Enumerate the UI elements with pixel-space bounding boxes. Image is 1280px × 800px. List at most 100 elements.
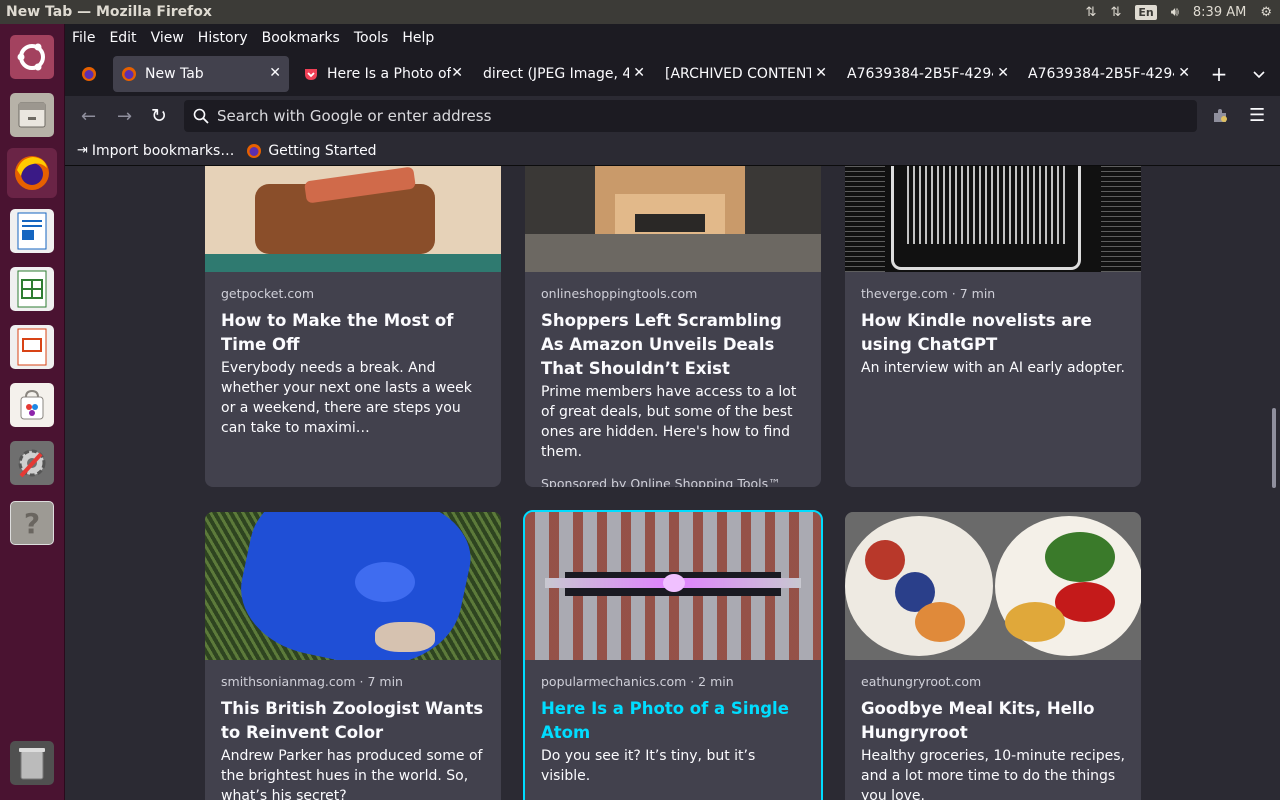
network-transfer-icon[interactable]: ⇅	[1110, 5, 1121, 20]
extensions-puzzle-icon[interactable]	[1211, 107, 1229, 129]
story-title: How to Make the Most of Time Off	[221, 311, 454, 354]
writer-icon[interactable]	[7, 206, 57, 256]
tab-label: direct (JPEG Image, 4	[483, 66, 629, 82]
story-thumbnail	[845, 512, 1141, 660]
tab-label: Here Is a Photo of	[327, 66, 451, 82]
story-title: Goodbye Meal Kits, Hello Hungryroot	[861, 699, 1095, 742]
tab-label: A7639384-2B5F-4294	[1028, 66, 1174, 82]
story-card[interactable]: eathungryroot.com Goodbye Meal Kits, Hel…	[845, 512, 1141, 800]
story-card-highlighted[interactable]: popularmechanics.com · 2 min Here Is a P…	[523, 510, 823, 800]
list-all-tabs-chevron-icon[interactable]	[1247, 56, 1271, 92]
story-thumbnail	[525, 166, 821, 272]
files-icon[interactable]	[7, 90, 57, 140]
close-tab-icon[interactable]: ✕	[815, 65, 827, 81]
story-source: eathungryroot.com	[861, 674, 982, 689]
story-description: Do you see it? It’s tiny, but it’s visib…	[541, 748, 756, 784]
menu-history[interactable]: History	[191, 30, 255, 46]
menu-bookmarks[interactable]: Bookmarks	[255, 30, 347, 46]
story-thumbnail	[845, 166, 1141, 272]
system-tray: ⇅ ⇅ En 🔊︎ 8:39 AM ⚙	[1086, 0, 1272, 24]
menu-view[interactable]: View	[144, 30, 191, 46]
ubuntu-logo-icon[interactable]	[7, 32, 57, 82]
story-thumbnail	[525, 512, 821, 660]
tab-new-tab[interactable]: New Tab ✕	[113, 56, 289, 92]
settings-icon[interactable]	[7, 438, 57, 488]
forward-arrow-icon[interactable]: →	[117, 106, 132, 127]
reload-icon[interactable]: ↻	[151, 105, 167, 127]
story-source: popularmechanics.com · 2 min	[541, 674, 734, 689]
new-tab-page: getpocket.com How to Make the Most of Ti…	[65, 166, 1280, 800]
clock[interactable]: 8:39 AM	[1193, 5, 1246, 20]
volume-icon[interactable]: 🔊︎	[1171, 5, 1179, 20]
ubuntu-launcher: ?	[0, 24, 65, 800]
url-bar-placeholder: Search with Google or enter address	[217, 107, 492, 125]
story-title: Here Is a Photo of a Single Atom	[541, 699, 789, 742]
search-icon	[193, 108, 209, 124]
keyboard-layout-indicator[interactable]: En	[1135, 4, 1157, 20]
navigation-toolbar: ← → ↻ Search with Google or enter addres…	[65, 96, 1280, 136]
firefox-favicon-icon	[247, 143, 262, 158]
firefox-favicon-icon	[122, 67, 136, 81]
tab-bar: New Tab ✕ Here Is a Photo of ✕ direct (J…	[65, 52, 1280, 96]
tab-a7639384-2[interactable]: A7639384-2B5F-4294 ✕	[1022, 56, 1198, 92]
close-tab-icon[interactable]: ✕	[269, 65, 281, 81]
network-up-down-icon[interactable]: ⇅	[1086, 5, 1097, 20]
calc-icon[interactable]	[7, 264, 57, 314]
help-icon[interactable]: ?	[7, 498, 57, 548]
story-card[interactable]: smithsonianmag.com · 7 min This British …	[205, 512, 501, 800]
story-title: How Kindle novelists are using ChatGPT	[861, 311, 1092, 354]
system-settings-gear-icon[interactable]: ⚙	[1260, 5, 1272, 20]
close-tab-icon[interactable]: ✕	[451, 65, 463, 81]
firefox-icon[interactable]	[7, 148, 57, 198]
tab-photo-atom[interactable]: Here Is a Photo of ✕	[295, 56, 471, 92]
story-card-sponsored[interactable]: onlineshoppingtools.com Shoppers Left Sc…	[525, 166, 821, 487]
getting-started-label: Getting Started	[268, 142, 377, 159]
story-description: An interview with an AI early adopter.	[861, 360, 1125, 376]
story-description: Everybody needs a break. And whether you…	[221, 360, 472, 436]
trash-icon[interactable]	[7, 738, 57, 788]
page-scrollbar-thumb[interactable]	[1272, 408, 1276, 488]
story-title: This British Zoologist Wants to Reinvent…	[221, 699, 484, 742]
impress-icon[interactable]	[7, 322, 57, 372]
menu-bar: File Edit View History Bookmarks Tools H…	[65, 24, 1280, 52]
tab-direct-jpeg[interactable]: direct (JPEG Image, 4 ✕	[477, 56, 653, 92]
menu-file[interactable]: File	[65, 30, 102, 46]
tab-label: A7639384-2B5F-4294	[847, 66, 993, 82]
story-thumbnail	[205, 512, 501, 660]
story-source: theverge.com · 7 min	[861, 286, 996, 301]
menu-edit[interactable]: Edit	[102, 30, 143, 46]
system-top-bar: New Tab — Mozilla Firefox ⇅ ⇅ En 🔊︎ 8:39…	[0, 0, 1280, 24]
software-store-icon[interactable]	[7, 380, 57, 430]
story-card[interactable]: getpocket.com How to Make the Most of Ti…	[205, 166, 501, 487]
back-arrow-icon[interactable]: ←	[81, 106, 96, 127]
story-source: onlineshoppingtools.com	[541, 286, 698, 301]
bookmarks-toolbar: ⇥ Import bookmarks… Getting Started	[65, 136, 1280, 166]
story-description: Healthy groceries, 10-minute recipes, an…	[861, 748, 1125, 800]
import-bookmarks-label: Import bookmarks…	[91, 142, 235, 159]
close-tab-icon[interactable]: ✕	[1178, 65, 1190, 81]
tab-label: New Tab	[145, 66, 204, 82]
hamburger-menu-icon[interactable]: ☰	[1249, 105, 1265, 126]
story-card[interactable]: theverge.com · 7 min How Kindle novelist…	[845, 166, 1141, 487]
pocket-favicon-icon	[305, 69, 317, 80]
new-tab-plus-icon[interactable]: +	[1207, 56, 1231, 92]
tab-archived-content[interactable]: [ARCHIVED CONTENT ✕	[659, 56, 835, 92]
menu-tools[interactable]: Tools	[347, 30, 396, 46]
url-bar[interactable]: Search with Google or enter address	[184, 100, 1197, 132]
story-thumbnail	[205, 166, 501, 272]
story-description: Prime members have access to a lot of gr…	[541, 384, 797, 460]
story-description: Andrew Parker has produced some of the b…	[221, 748, 483, 800]
close-tab-icon[interactable]: ✕	[997, 65, 1009, 81]
menu-help[interactable]: Help	[395, 30, 441, 46]
getting-started-bookmark[interactable]: Getting Started	[246, 142, 377, 159]
import-bookmarks-link[interactable]: ⇥ Import bookmarks…	[77, 143, 234, 159]
story-title: Shoppers Left Scrambling As Amazon Unvei…	[541, 311, 782, 378]
sponsored-label: Sponsored by Online Shopping Tools™	[541, 476, 781, 487]
tab-label: [ARCHIVED CONTENT	[665, 66, 811, 82]
tab-a7639384-1[interactable]: A7639384-2B5F-4294 ✕	[841, 56, 1017, 92]
firefox-view-icon[interactable]	[73, 56, 105, 92]
import-icon: ⇥	[77, 143, 88, 158]
close-tab-icon[interactable]: ✕	[633, 65, 645, 81]
story-source: getpocket.com	[221, 286, 315, 301]
story-source: smithsonianmag.com · 7 min	[221, 674, 403, 689]
